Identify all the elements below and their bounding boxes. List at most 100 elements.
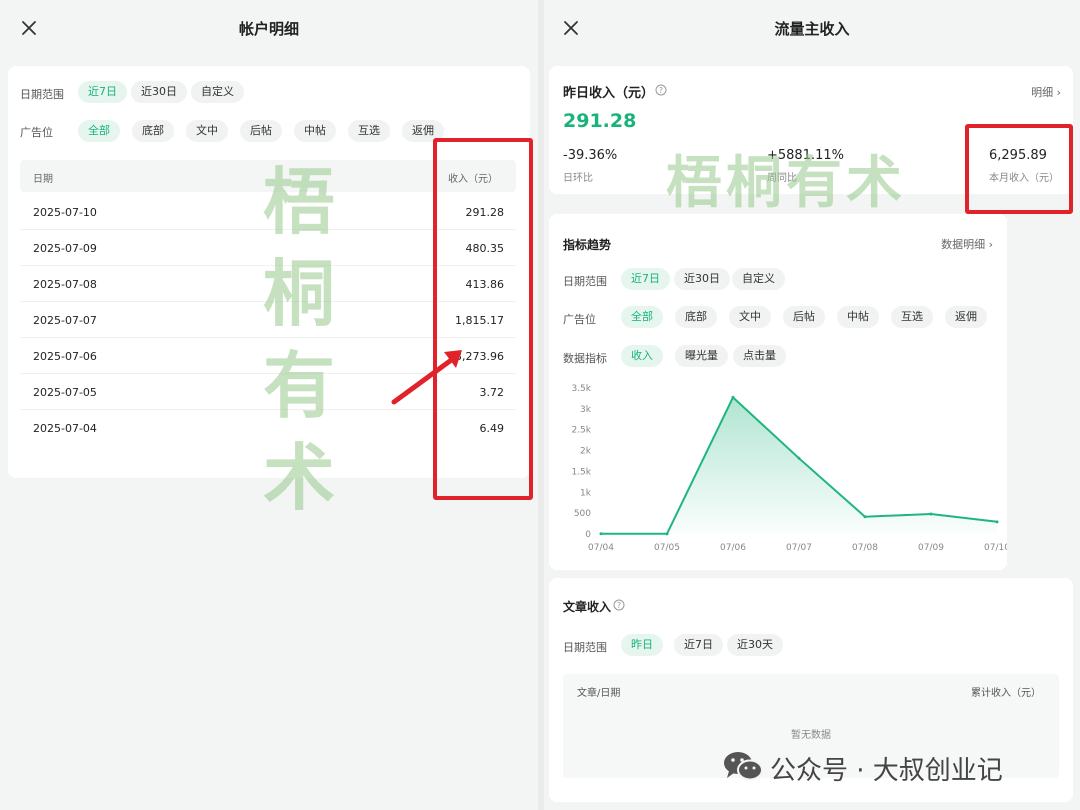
row-date: 2025-07-04 [33,422,97,435]
trend-title: 指标趋势 [563,238,612,252]
y-tick-label: 1k [580,488,592,498]
row-income: 1,815.17 [455,314,504,327]
top-bar: 帐户明细 [0,0,538,58]
row-date: 2025-07-06 [33,350,97,363]
table-row: 2025-07-10 291.28 [20,194,516,230]
help-icon[interactable]: ? [655,84,667,96]
col-date: 日期 [33,174,53,185]
article-chip-7d[interactable]: 近7日 [674,634,723,656]
row-income: 413.86 [465,278,505,291]
metric-chip-impressions[interactable]: 曝光量 [675,345,728,367]
account-detail-panel: 帐户明细 日期范围 近7日 近30日 自定义 广告位 全部 底部 文中 后帖 中… [0,0,538,810]
ad-chip-in-text[interactable]: 文中 [729,306,771,328]
income-trend-chart: 0 500 1k 1.5k 2k 2.5k 3k 3.5k 07/04 07/05 07/06 07/… [571,384,1007,553]
date-chip-custom[interactable]: 自定义 [191,81,244,103]
x-tick-label: 07/06 [720,543,746,553]
table-header: 日期 收入（元） [20,160,516,192]
ad-chip-bottom[interactable]: 底部 [675,306,717,328]
x-tick-label: 07/05 [654,543,680,553]
ad-chip-in-text[interactable]: 文中 [186,120,228,142]
row-income: 480.35 [465,242,505,255]
data-point [929,512,933,516]
yesterday-income-value: 291.28 [563,110,637,132]
date-range-label: 日期范围 [563,275,607,288]
svg-text:?: ? [617,601,621,610]
date-chip-30d[interactable]: 近30日 [674,268,730,290]
data-point [995,520,999,524]
row-date: 2025-07-08 [33,278,97,291]
x-tick-label: 07/08 [852,543,878,553]
x-tick-label: 07/04 [588,543,614,553]
y-tick-label: 0 [585,530,591,540]
y-tick-label: 3.5k [571,384,591,394]
ad-chip-mutual[interactable]: 互选 [348,120,390,142]
y-tick-label: 3k [580,405,592,415]
ad-income-panel: 流量主收入 昨日收入（元） ? 明细 › 291.28 -39.36% 日环比 … [544,0,1080,810]
y-tick-label: 1.5k [571,467,591,477]
date-chip-7d[interactable]: 近7日 [621,268,670,290]
page-title: 流量主收入 [774,20,850,38]
row-date: 2025-07-05 [33,386,97,399]
data-point [797,456,801,460]
row-date: 2025-07-07 [33,314,97,327]
table-row: 2025-07-08 413.86 [20,266,516,302]
detail-link-label: 明细 [1031,86,1054,99]
metric-chip-income[interactable]: 收入 [621,345,663,367]
y-tick-label: 2k [580,447,592,457]
y-tick-label: 2.5k [571,426,591,436]
table-row: 2025-07-04 6.49 [20,410,516,446]
table-row: 2025-07-07 1,815.17 [20,302,516,338]
wow-label: 周同比 [767,173,797,184]
ad-chip-all[interactable]: 全部 [78,120,120,142]
month-income-label: 本月收入（元） [989,173,1059,184]
yesterday-income-card: 昨日收入（元） ? 明细 › 291.28 -39.36% 日环比 +5881.… [549,66,1073,194]
date-chip-7d[interactable]: 近7日 [78,81,127,103]
page-title: 帐户明细 [238,20,299,38]
article-chip-yesterday[interactable]: 昨日 [621,634,663,656]
ad-chip-mutual[interactable]: 互选 [891,306,933,328]
brand-text: 公众号 · 大叔创业记 [770,756,1003,786]
empty-state: 暂无数据 [791,730,831,741]
ad-chip-mid-post[interactable]: 中帖 [837,306,879,328]
row-income: 3.72 [479,386,505,399]
help-icon[interactable]: ? [613,599,625,611]
ad-chip-rebate[interactable]: 返佣 [402,120,444,142]
col-income: 收入（元） [448,174,498,185]
detail-link[interactable]: 明细 › [1031,84,1061,100]
yesterday-income-label: 昨日收入（元） [563,86,655,101]
x-tick-label: 07/07 [786,543,812,553]
ad-chip-bottom[interactable]: 底部 [132,120,174,142]
trend-card: 指标趋势 数据明细 › 日期范围 近7日 近30日 自定义 广告位 全部 底部 … [549,214,1007,570]
ad-slot-label: 广告位 [20,126,53,139]
x-tick-label: 07/09 [918,543,944,553]
svg-text:?: ? [659,86,663,95]
dod-label: 日环比 [563,173,593,184]
row-income: 291.28 [465,206,505,219]
ad-chip-rebate[interactable]: 返佣 [945,306,987,328]
date-range-label: 日期范围 [20,88,64,101]
data-point [731,395,735,399]
series-area [601,397,997,534]
data-point [599,532,603,536]
data-detail-link[interactable]: 数据明细 › [941,236,993,252]
wow-value: +5881.11% [767,148,845,163]
article-title: 文章收入 [563,600,612,614]
y-tick-label: 500 [574,509,591,519]
date-chip-custom[interactable]: 自定义 [732,268,785,290]
date-chip-30d[interactable]: 近30日 [131,81,187,103]
table-row: 2025-07-09 480.35 [20,230,516,266]
row-date: 2025-07-10 [33,206,97,219]
article-range-label: 日期范围 [563,641,607,654]
data-point [863,515,867,519]
top-bar: 流量主收入 [544,0,1080,58]
ad-chip-after-post[interactable]: 后帖 [240,120,282,142]
article-chip-30d[interactable]: 近30天 [727,634,783,656]
ad-chip-all[interactable]: 全部 [621,306,663,328]
row-income: 6.49 [479,422,505,435]
month-income-value: 6,295.89 [989,148,1047,163]
dod-value: -39.36% [563,148,618,163]
ad-chip-mid-post[interactable]: 中帖 [294,120,336,142]
metric-label: 数据指标 [563,352,607,365]
ad-chip-after-post[interactable]: 后帖 [783,306,825,328]
metric-chip-clicks[interactable]: 点击量 [733,345,786,367]
